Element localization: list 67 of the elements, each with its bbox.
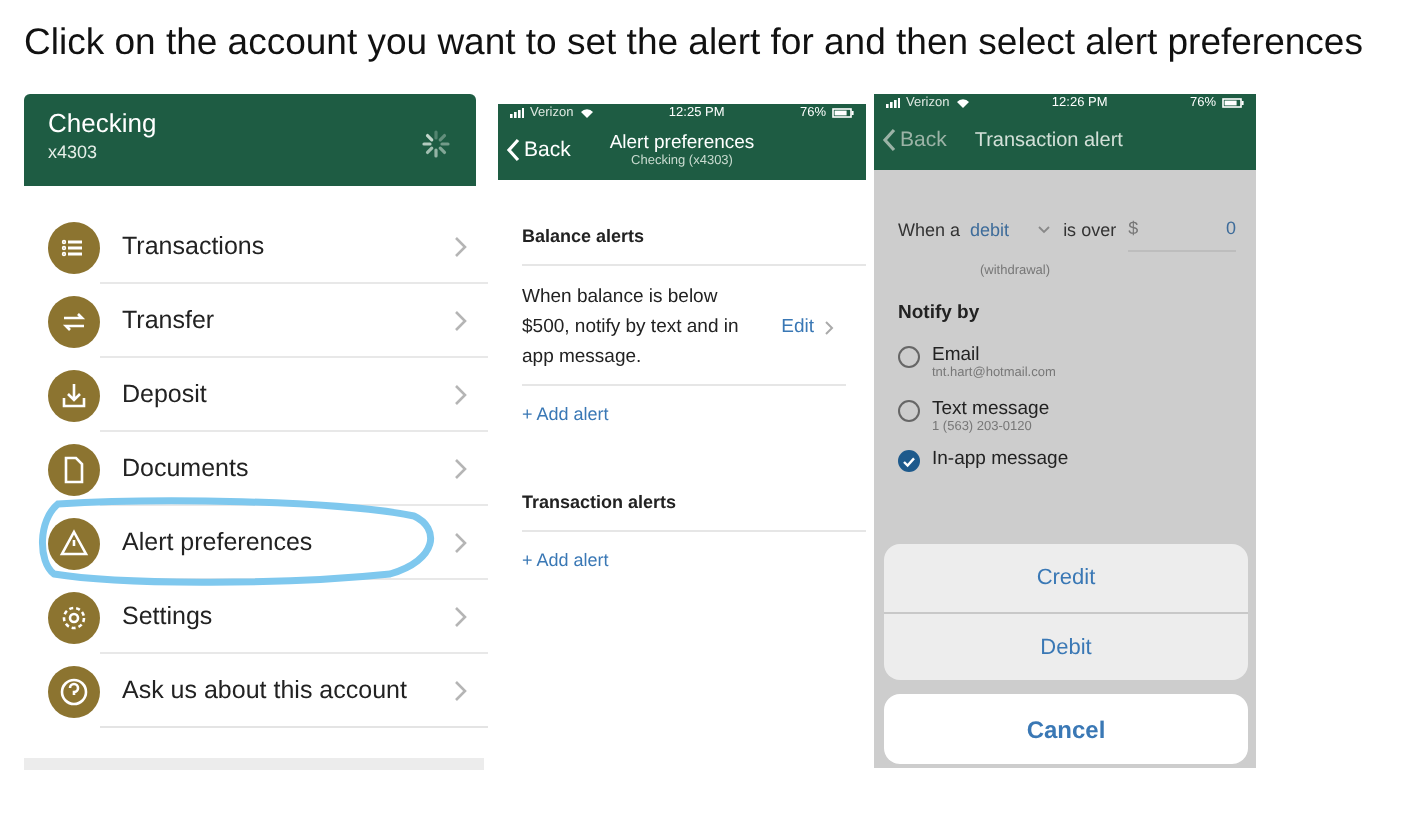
menu-item[interactable]: Deposit bbox=[24, 358, 488, 432]
chevron-icon bbox=[824, 319, 834, 335]
radio-button[interactable] bbox=[898, 450, 920, 472]
menu-label: Deposit bbox=[122, 380, 207, 408]
menu-label: Documents bbox=[122, 454, 249, 482]
back-chevron-icon bbox=[882, 128, 896, 152]
menu-item[interactable]: Ask us about this account bbox=[24, 654, 488, 728]
document-icon bbox=[48, 443, 100, 495]
chevron-icon bbox=[454, 457, 468, 479]
chevron-icon bbox=[454, 383, 468, 405]
menu-label: Transfer bbox=[122, 306, 215, 334]
battery-icon bbox=[1222, 97, 1244, 107]
chevron-icon bbox=[454, 531, 468, 553]
radio-button[interactable] bbox=[898, 400, 920, 422]
back-button[interactable]: Back bbox=[882, 128, 947, 152]
edit-button[interactable]: Edit bbox=[781, 316, 834, 338]
chevron-icon bbox=[454, 309, 468, 331]
option-label: Text message bbox=[932, 398, 1050, 420]
radio-button[interactable] bbox=[898, 346, 920, 368]
option-label: In-app message bbox=[932, 448, 1069, 470]
alert-description: When balance is below $500, notify by text and in app message. bbox=[522, 284, 741, 372]
check-icon bbox=[902, 455, 916, 467]
condition-text: is over bbox=[1063, 219, 1117, 239]
option-label: Email bbox=[932, 344, 980, 366]
menu-label: Settings bbox=[122, 602, 213, 630]
menu-item[interactable]: Settings bbox=[24, 580, 488, 654]
sheet-option[interactable]: Credit bbox=[884, 544, 1248, 612]
menu-label: Alert preferences bbox=[122, 528, 313, 556]
chevron-icon bbox=[454, 679, 468, 701]
account-header[interactable]: Checking x4303 bbox=[24, 94, 476, 186]
add-alert-link[interactable]: + Add alert bbox=[522, 550, 609, 570]
menu-item[interactable]: Transfer bbox=[24, 284, 488, 358]
menu-item[interactable]: Documents bbox=[24, 432, 488, 506]
account-number: x4303 bbox=[48, 142, 98, 162]
instruction-text: Click on the account you want to set the alert for and then select alert preferences bbox=[24, 20, 1365, 64]
warning-icon bbox=[48, 517, 100, 569]
gear-icon bbox=[48, 591, 100, 643]
condition-text: When a bbox=[898, 219, 961, 239]
screen-title: Alert preferences bbox=[609, 132, 755, 154]
caret-icon bbox=[1037, 225, 1050, 233]
download-icon bbox=[48, 369, 100, 421]
menu-item[interactable]: Transactions bbox=[24, 210, 488, 284]
chevron-icon bbox=[454, 605, 468, 627]
menu-item[interactable]: Alert preferences bbox=[24, 506, 488, 580]
add-alert-link[interactable]: + Add alert bbox=[522, 404, 609, 424]
wifi-icon bbox=[955, 97, 970, 107]
back-button[interactable]: Back bbox=[506, 138, 571, 162]
list-icon bbox=[48, 221, 100, 273]
type-dropdown[interactable]: debit bbox=[970, 219, 1050, 239]
wifi-icon bbox=[579, 107, 594, 117]
signal-icon bbox=[886, 97, 900, 107]
arrows-icon bbox=[48, 295, 100, 347]
account-name: Checking bbox=[48, 108, 157, 138]
section-heading: Transaction alerts bbox=[522, 492, 677, 512]
menu-label: Transactions bbox=[122, 232, 265, 260]
screen-title: Transaction alert bbox=[974, 129, 1123, 151]
spinner-icon bbox=[420, 128, 452, 160]
cancel-button[interactable]: Cancel bbox=[884, 694, 1248, 764]
battery-icon bbox=[832, 107, 854, 117]
section-heading: Notify by bbox=[898, 302, 982, 324]
menu-label: Ask us about this account bbox=[122, 676, 407, 704]
section-heading: Balance alerts bbox=[522, 226, 645, 246]
back-chevron-icon bbox=[506, 138, 520, 162]
sheet-option[interactable]: Debit bbox=[884, 612, 1248, 680]
question-icon bbox=[48, 665, 100, 717]
chevron-icon bbox=[454, 235, 468, 257]
signal-icon bbox=[510, 107, 524, 117]
